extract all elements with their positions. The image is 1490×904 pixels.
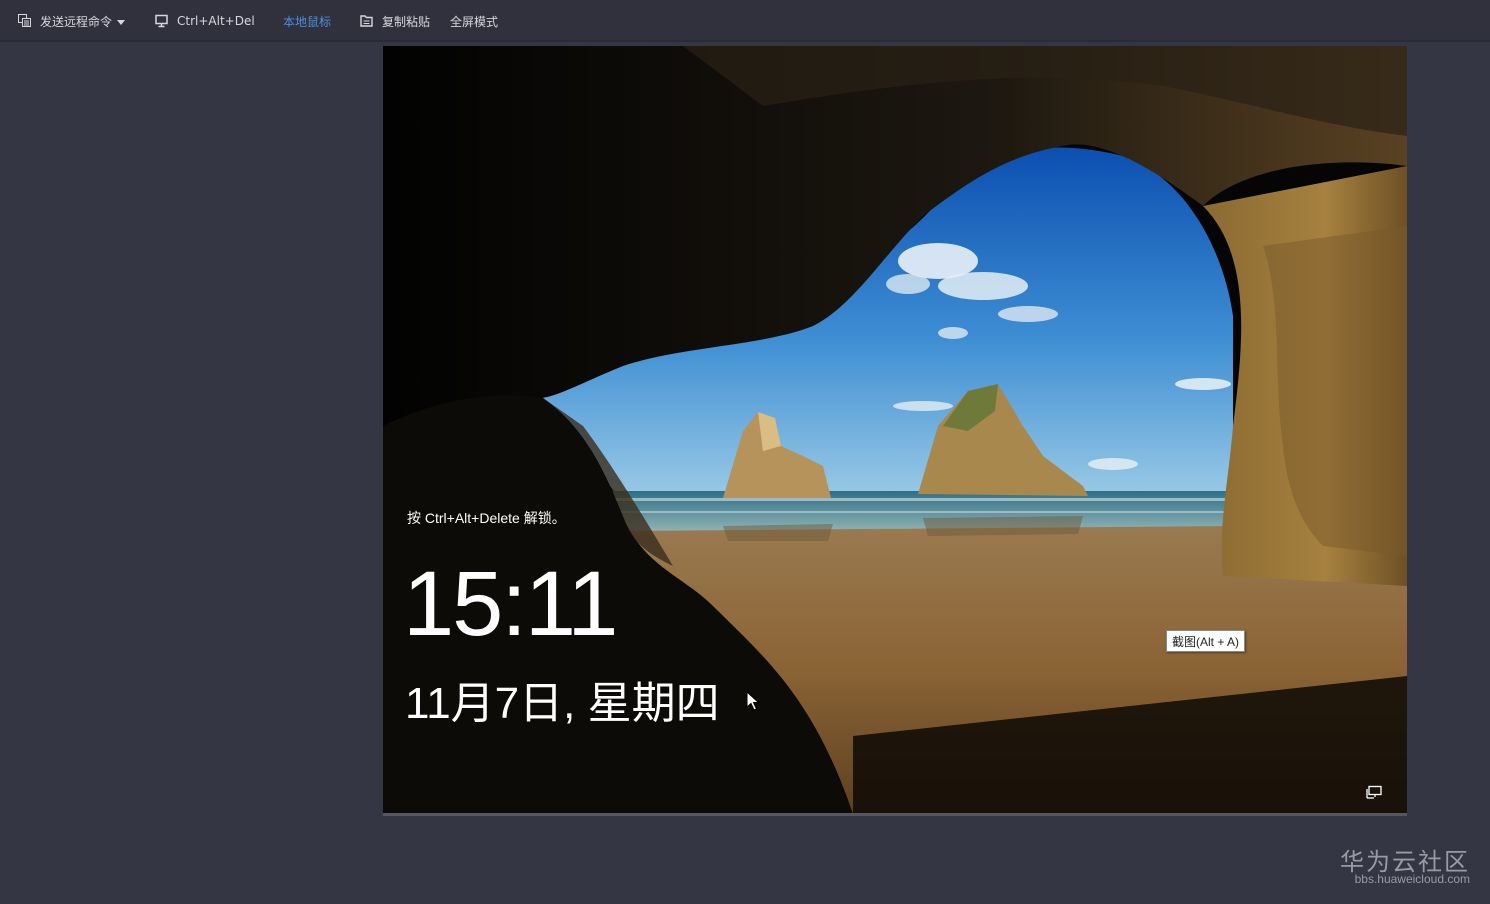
ctrl-alt-del-label: Ctrl+Alt+Del [177, 14, 255, 28]
toolbar: 发送远程命令 Ctrl+Alt+Del 本地鼠标 复制粘贴 全屏模式 [0, 0, 1490, 42]
fullscreen-label: 全屏模式 [450, 14, 499, 29]
copy-paste-button[interactable]: 复制粘贴 [360, 0, 430, 42]
send-command-icon [18, 14, 32, 28]
remote-screen[interactable]: 按 Ctrl+Alt+Delete 解锁。 15:11 11月7日, 星期四 截… [383, 46, 1407, 814]
watermark-url: bbs.huaweicloud.com [1354, 872, 1470, 886]
network-icon[interactable] [1366, 785, 1384, 801]
send-remote-command-label: 发送远程命令 [40, 14, 113, 29]
remote-screen-border [383, 813, 1407, 816]
fullscreen-button[interactable]: 全屏模式 [450, 0, 498, 42]
chevron-down-icon [117, 19, 126, 25]
mouse-pointer-icon [746, 691, 760, 711]
send-remote-command-button[interactable]: 发送远程命令 [18, 0, 126, 42]
local-mouse-label: 本地鼠标 [283, 14, 332, 29]
clipboard-icon [360, 14, 374, 28]
monitor-icon [155, 14, 169, 28]
lock-screen-time: 15:11 [403, 553, 618, 655]
unlock-hint: 按 Ctrl+Alt+Delete 解锁。 [407, 510, 566, 526]
screenshot-tooltip: 截图(Alt + A) [1166, 630, 1246, 652]
local-mouse-button[interactable]: 本地鼠标 [283, 0, 331, 42]
copy-paste-label: 复制粘贴 [382, 14, 431, 29]
ctrl-alt-del-button[interactable]: Ctrl+Alt+Del [155, 0, 255, 42]
lock-screen-date: 11月7日, 星期四 [405, 679, 720, 728]
